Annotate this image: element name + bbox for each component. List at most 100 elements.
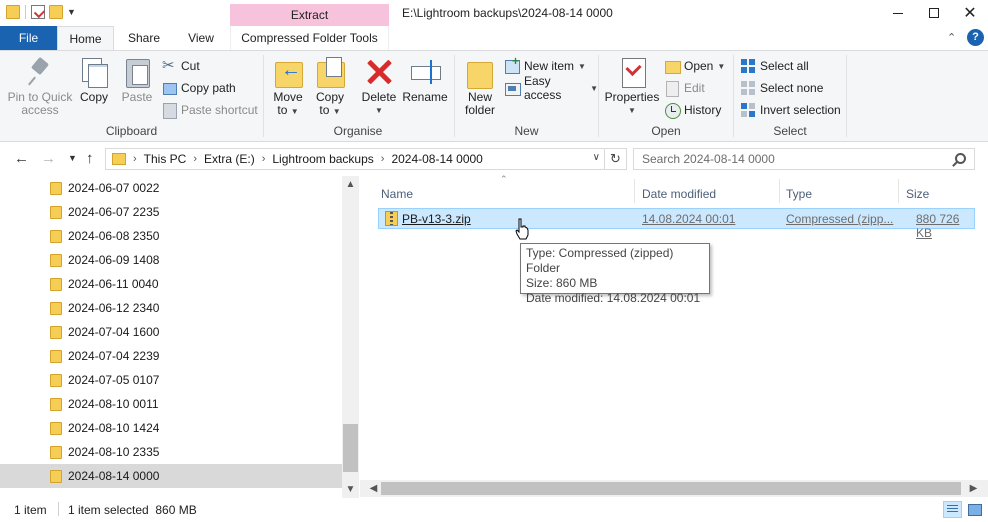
new-folder-icon[interactable] xyxy=(49,5,63,19)
folder-icon xyxy=(50,446,62,459)
breadcrumb-chevron-icon[interactable]: › xyxy=(193,153,197,165)
tree-item[interactable]: 2024-06-11 0040 xyxy=(0,272,342,296)
tree-item-label: 2024-08-10 2335 xyxy=(68,445,160,459)
move-to-button[interactable]: Move to ▼ xyxy=(270,56,306,118)
scrollbar-thumb[interactable] xyxy=(381,482,961,495)
tree-item[interactable]: 2024-06-08 2350 xyxy=(0,224,342,248)
file-list: Name ⌃ Date modified Type Size PB-v13-3.… xyxy=(360,174,988,498)
rename-label: Rename xyxy=(402,90,448,104)
tree-item[interactable]: 2024-08-10 1424 xyxy=(0,416,342,440)
file-date-modified: 14.08.2024 00:01 xyxy=(642,212,736,226)
scrollbar-thumb[interactable] xyxy=(343,424,358,472)
column-divider[interactable] xyxy=(898,179,899,203)
navigation-pane-scrollbar[interactable]: ▲ ▼ xyxy=(342,176,359,498)
minimize-button[interactable] xyxy=(880,0,916,26)
customize-qat-chevron-icon[interactable]: ▼ xyxy=(67,7,76,17)
column-divider[interactable] xyxy=(634,179,635,203)
tab-file[interactable]: File xyxy=(0,26,57,50)
delete-button[interactable]: Delete ▼ xyxy=(360,56,398,117)
up-arrow-icon[interactable]: ↑ xyxy=(86,150,94,167)
open-button[interactable]: Open ▼ xyxy=(664,56,725,76)
edit-button[interactable]: Edit xyxy=(664,78,705,98)
breadcrumb-chevron-icon[interactable]: › xyxy=(381,153,385,165)
tab-share[interactable]: Share xyxy=(118,26,170,50)
new-folder-button[interactable]: New folder xyxy=(460,56,500,117)
tree-item[interactable]: 2024-08-10 0011 xyxy=(0,392,342,416)
new-item-button[interactable]: New item ▼ xyxy=(504,54,586,76)
file-name[interactable]: PB-v13-3.zip xyxy=(402,212,471,226)
scroll-right-arrow-icon[interactable]: ▶ xyxy=(965,480,982,497)
pin-to-quick-access-button[interactable]: Pin to Quick access xyxy=(6,56,74,117)
select-none-button[interactable]: Select none xyxy=(740,78,823,98)
help-icon[interactable]: ? xyxy=(967,29,984,46)
file-row-selected[interactable]: PB-v13-3.zip 14.08.2024 00:01 Compressed… xyxy=(378,208,975,240)
recent-locations-chevron-icon[interactable]: ▼ xyxy=(68,153,77,163)
tree-item-label: 2024-07-04 1600 xyxy=(68,325,160,339)
column-divider[interactable] xyxy=(779,179,780,203)
paste-shortcut-button[interactable]: Paste shortcut xyxy=(161,100,258,120)
tab-home[interactable]: Home xyxy=(57,26,114,50)
large-icons-view-icon[interactable] xyxy=(965,501,984,518)
breadcrumb-current-folder[interactable]: 2024-08-14 0000 xyxy=(391,152,482,166)
tree-item[interactable]: 2024-07-04 1600 xyxy=(0,320,342,344)
history-button[interactable]: History xyxy=(664,100,721,120)
navigation-bar: ← → ▼ ↑ › This PC › Extra (E:) › Lightro… xyxy=(0,142,988,176)
open-label: Open xyxy=(684,59,714,73)
status-selection: 1 item selected 860 MB xyxy=(68,503,197,517)
maximize-button[interactable] xyxy=(916,0,952,26)
tree-item[interactable]: 2024-07-04 2239 xyxy=(0,344,342,368)
column-header-name[interactable]: Name xyxy=(381,182,413,206)
properties-icon[interactable] xyxy=(31,5,45,19)
tree-item[interactable]: 2024-06-09 1408 xyxy=(0,248,342,272)
select-none-label: Select none xyxy=(760,81,824,95)
scroll-down-arrow-icon[interactable]: ▼ xyxy=(342,481,359,498)
tab-compressed-folder-tools[interactable]: Compressed Folder Tools xyxy=(231,26,388,50)
rename-button[interactable]: Rename xyxy=(402,56,448,104)
copy-button[interactable]: Copy xyxy=(77,56,111,104)
paste-button[interactable]: Paste xyxy=(120,56,154,104)
select-all-button[interactable]: Select all xyxy=(740,56,809,76)
delete-dropdown-icon[interactable]: ▼ xyxy=(375,104,383,117)
column-header-date-modified[interactable]: Date modified xyxy=(642,182,716,206)
column-header-type[interactable]: Type xyxy=(786,182,812,206)
scissors-icon xyxy=(161,56,177,74)
back-arrow-icon[interactable]: ← xyxy=(14,150,29,167)
easy-access-button[interactable]: Easy access ▼ xyxy=(504,74,598,102)
close-button[interactable]: ✕ xyxy=(952,0,988,26)
scroll-up-arrow-icon[interactable]: ▲ xyxy=(342,176,359,193)
properties-dropdown-icon[interactable]: ▼ xyxy=(628,104,636,117)
breadcrumb-this-pc[interactable]: This PC xyxy=(144,152,187,166)
breadcrumb-drive[interactable]: Extra (E:) xyxy=(204,152,255,166)
easy-access-dropdown-icon: ▼ xyxy=(590,83,598,93)
address-dropdown-chevron-icon[interactable]: ∨ xyxy=(593,152,600,163)
properties-button[interactable]: Properties ▼ xyxy=(605,56,659,117)
breadcrumb-chevron-icon[interactable]: › xyxy=(133,153,137,165)
tab-view[interactable]: View xyxy=(176,26,226,50)
details-view-icon[interactable] xyxy=(943,501,962,518)
column-header-size[interactable]: Size xyxy=(906,182,929,206)
context-tab-extract[interactable]: Extract xyxy=(230,4,389,26)
cut-button[interactable]: Cut xyxy=(161,56,200,76)
scroll-left-arrow-icon[interactable]: ◀ xyxy=(365,480,382,497)
copy-path-icon xyxy=(161,80,177,96)
breadcrumb-chevron-icon[interactable]: › xyxy=(262,153,266,165)
search-input[interactable]: Search 2024-08-14 0000 xyxy=(633,148,975,170)
breadcrumb-lightroom-backups[interactable]: Lightroom backups xyxy=(272,152,373,166)
tree-item-selected[interactable]: 2024-08-14 0000 xyxy=(0,464,342,488)
forward-arrow-icon[interactable]: → xyxy=(41,150,56,167)
invert-selection-button[interactable]: Invert selection xyxy=(740,100,841,120)
tree-item[interactable]: 2024-06-12 2340 xyxy=(0,296,342,320)
pin-icon xyxy=(25,56,55,88)
collapse-ribbon-chevron-icon[interactable]: ⌃ xyxy=(947,31,956,44)
tree-item-label: 2024-06-07 2235 xyxy=(68,205,160,219)
tree-item[interactable]: 2024-07-05 0107 xyxy=(0,368,342,392)
tree-item[interactable]: 2024-08-10 2335 xyxy=(0,440,342,464)
address-bar[interactable]: › This PC › Extra (E:) › Lightroom backu… xyxy=(105,148,605,170)
copy-label: Copy xyxy=(79,90,108,104)
tree-item[interactable]: 2024-06-07 2235 xyxy=(0,200,342,224)
tree-item[interactable]: 2024-06-07 0022 xyxy=(0,176,342,200)
refresh-icon[interactable]: ↻ xyxy=(605,148,627,170)
copy-path-button[interactable]: Copy path xyxy=(161,78,236,98)
copy-to-button[interactable]: Copy to ▼ xyxy=(312,56,348,118)
file-list-horizontal-scrollbar[interactable]: ◀ ▶ xyxy=(360,480,988,497)
